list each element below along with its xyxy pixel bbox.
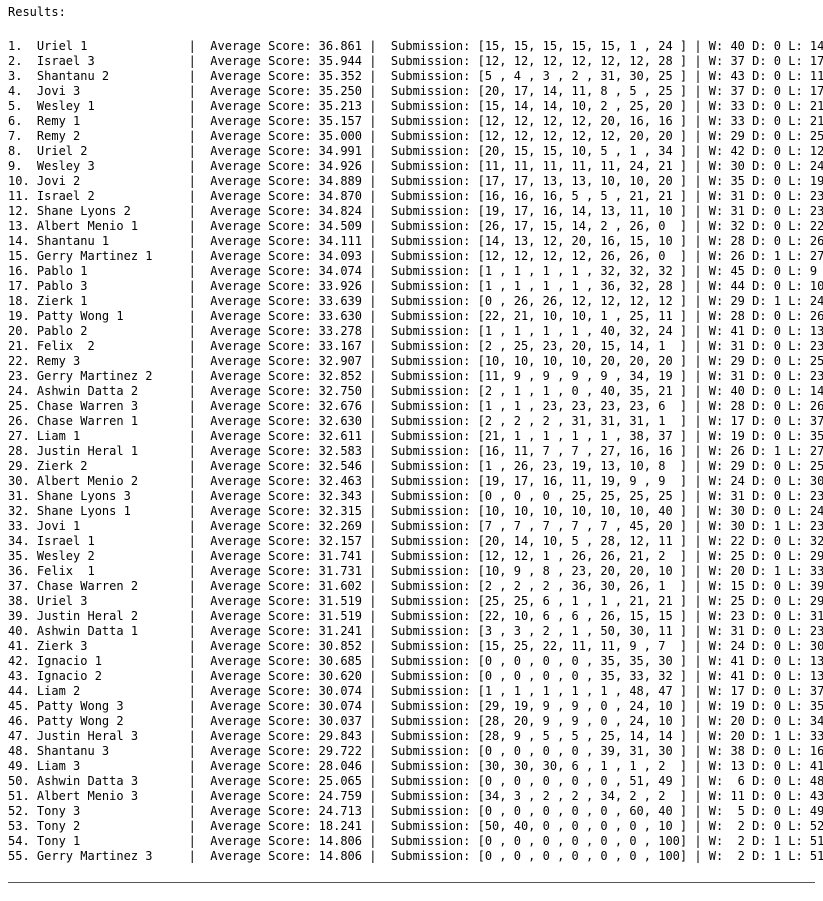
separator-line (8, 882, 815, 883)
result-row: 35. Wesley 2 | Average Score: 31.741 | S… (8, 549, 823, 563)
result-row: 40. Ashwin Datta 1 | Average Score: 31.2… (8, 624, 823, 638)
result-row: 29. Zierk 2 | Average Score: 32.546 | Su… (8, 459, 823, 473)
result-row: 23. Gerry Martinez 2 | Average Score: 32… (8, 369, 823, 383)
result-row: 50. Ashwin Datta 3 | Average Score: 25.0… (8, 774, 823, 788)
result-row: 45. Patty Wong 3 | Average Score: 30.074… (8, 699, 823, 713)
result-row: 3. Shantanu 2 | Average Score: 35.352 | … (8, 69, 823, 83)
result-row: 12. Shane Lyons 2 | Average Score: 34.82… (8, 204, 823, 218)
result-row: 41. Zierk 3 | Average Score: 30.852 | Su… (8, 639, 823, 653)
result-row: 14. Shantanu 1 | Average Score: 34.111 |… (8, 234, 823, 248)
result-row: 30. Albert Menio 2 | Average Score: 32.4… (8, 474, 823, 488)
result-row: 2. Israel 3 | Average Score: 35.944 | Su… (8, 54, 823, 68)
result-row: 53. Tony 2 | Average Score: 18.241 | Sub… (8, 819, 823, 833)
result-row: 44. Liam 2 | Average Score: 30.074 | Sub… (8, 684, 823, 698)
result-row: 13. Albert Menio 1 | Average Score: 34.5… (8, 219, 823, 233)
results-list: 1. Uriel 1 | Average Score: 36.861 | Sub… (8, 39, 823, 864)
result-row: 28. Justin Heral 1 | Average Score: 32.5… (8, 444, 823, 458)
result-row: 33. Jovi 1 | Average Score: 32.269 | Sub… (8, 519, 823, 533)
result-row: 21. Felix 2 | Average Score: 33.167 | Su… (8, 339, 823, 353)
result-row: 34. Israel 1 | Average Score: 32.157 | S… (8, 534, 823, 548)
result-row: 7. Remy 2 | Average Score: 35.000 | Subm… (8, 129, 823, 143)
result-row: 47. Justin Heral 3 | Average Score: 29.8… (8, 729, 823, 743)
result-row: 8. Uriel 2 | Average Score: 34.991 | Sub… (8, 144, 823, 158)
result-row: 55. Gerry Martinez 3 | Average Score: 14… (8, 849, 823, 863)
result-row: 1. Uriel 1 | Average Score: 36.861 | Sub… (8, 39, 823, 53)
result-row: 52. Tony 3 | Average Score: 24.713 | Sub… (8, 804, 823, 818)
results-heading: Results: (8, 5, 66, 19)
result-row: 48. Shantanu 3 | Average Score: 29.722 |… (8, 744, 823, 758)
result-row: 42. Ignacio 1 | Average Score: 30.685 | … (8, 654, 823, 668)
result-row: 20. Pablo 2 | Average Score: 33.278 | Su… (8, 324, 823, 338)
result-row: 27. Liam 1 | Average Score: 32.611 | Sub… (8, 429, 823, 443)
result-row: 43. Ignacio 2 | Average Score: 30.620 | … (8, 669, 823, 683)
result-row: 6. Remy 1 | Average Score: 35.157 | Subm… (8, 114, 823, 128)
result-row: 18. Zierk 1 | Average Score: 33.639 | Su… (8, 294, 823, 308)
result-row: 19. Patty Wong 1 | Average Score: 33.630… (8, 309, 823, 323)
result-row: 39. Justin Heral 2 | Average Score: 31.5… (8, 609, 823, 623)
result-row: 24. Ashwin Datta 2 | Average Score: 32.7… (8, 384, 823, 398)
result-row: 46. Patty Wong 2 | Average Score: 30.037… (8, 714, 823, 728)
result-row: 49. Liam 3 | Average Score: 28.046 | Sub… (8, 759, 823, 773)
result-row: 32. Shane Lyons 1 | Average Score: 32.31… (8, 504, 823, 518)
result-row: 25. Chase Warren 3 | Average Score: 32.6… (8, 399, 823, 413)
result-row: 17. Pablo 3 | Average Score: 33.926 | Su… (8, 279, 823, 293)
result-row: 4. Jovi 3 | Average Score: 35.250 | Subm… (8, 84, 823, 98)
result-row: 51. Albert Menio 3 | Average Score: 24.7… (8, 789, 823, 803)
result-row: 11. Israel 2 | Average Score: 34.870 | S… (8, 189, 823, 203)
result-row: 9. Wesley 3 | Average Score: 34.926 | Su… (8, 159, 823, 173)
result-row: 38. Uriel 3 | Average Score: 31.519 | Su… (8, 594, 823, 608)
result-row: 54. Tony 1 | Average Score: 14.806 | Sub… (8, 834, 823, 848)
result-row: 37. Chase Warren 2 | Average Score: 31.6… (8, 579, 823, 593)
result-row: 10. Jovi 2 | Average Score: 34.889 | Sub… (8, 174, 823, 188)
result-row: 26. Chase Warren 1 | Average Score: 32.6… (8, 414, 823, 428)
result-row: 31. Shane Lyons 3 | Average Score: 32.34… (8, 489, 823, 503)
result-row: 16. Pablo 1 | Average Score: 34.074 | Su… (8, 264, 818, 278)
terminal-output: Results: 1. Uriel 1 | Average Score: 36.… (8, 5, 823, 864)
result-row: 15. Gerry Martinez 1 | Average Score: 34… (8, 249, 823, 263)
result-row: 5. Wesley 1 | Average Score: 35.213 | Su… (8, 99, 823, 113)
result-row: 36. Felix 1 | Average Score: 31.731 | Su… (8, 564, 823, 578)
result-row: 22. Remy 3 | Average Score: 32.907 | Sub… (8, 354, 823, 368)
